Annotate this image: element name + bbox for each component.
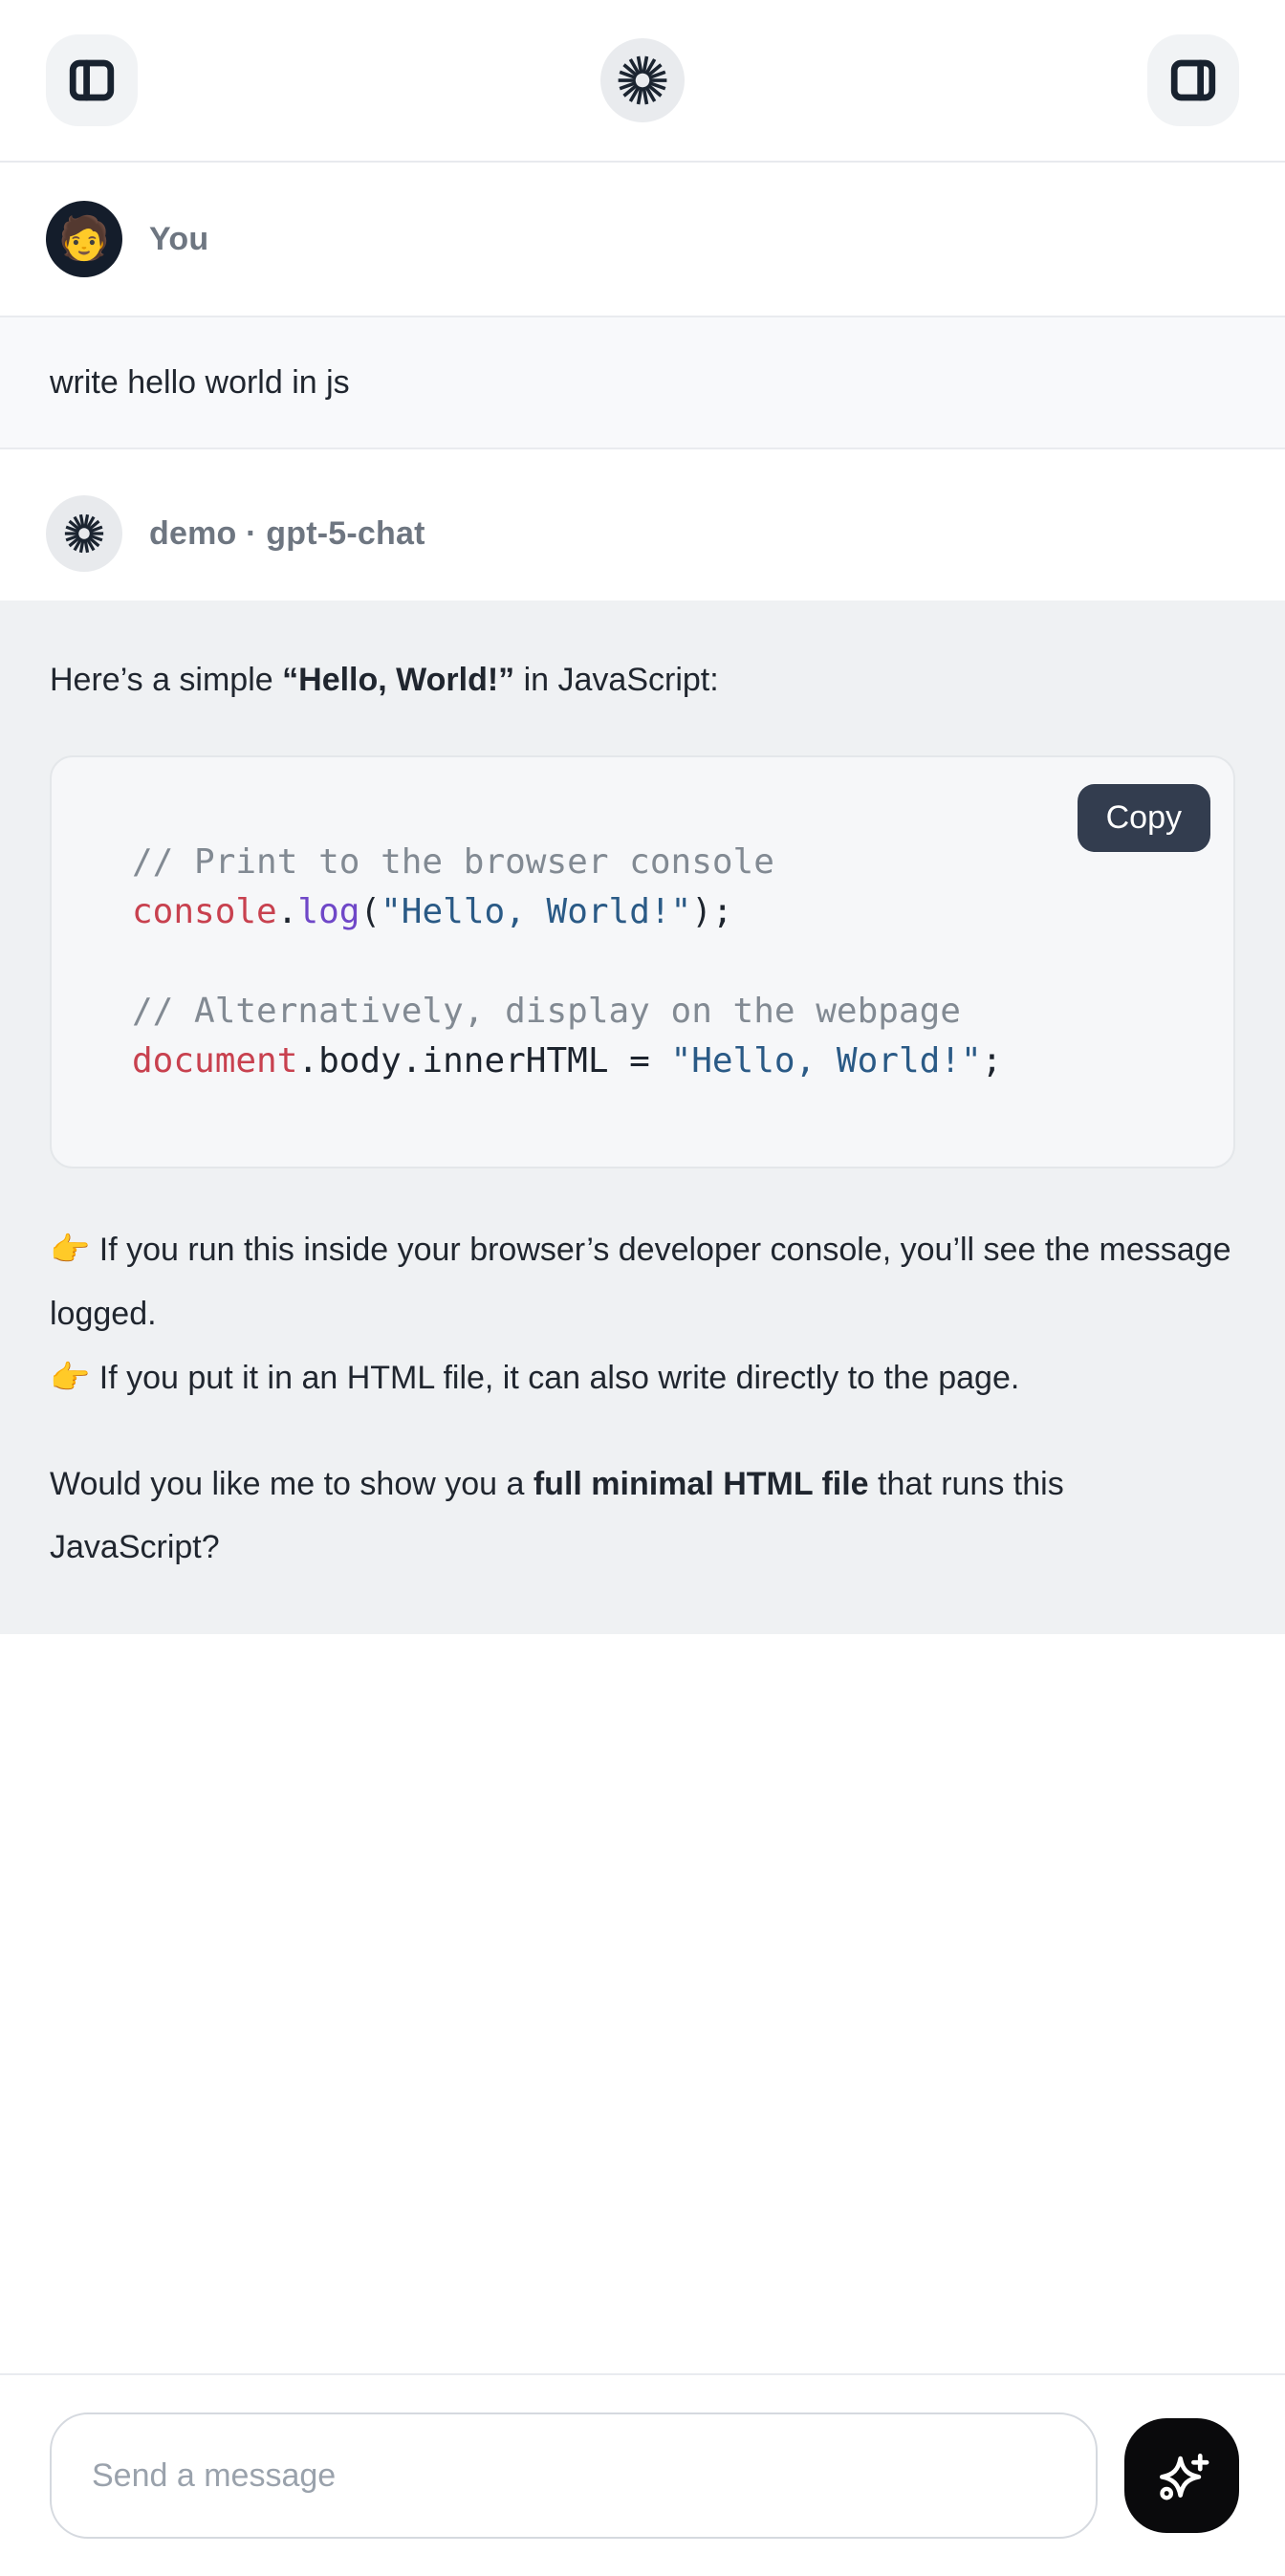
app-logo-badge — [600, 38, 685, 122]
assistant-turn-header: demo · gpt-5-chat — [0, 467, 1285, 600]
user-turn-name: You — [149, 221, 208, 258]
composer-bar — [0, 2373, 1285, 2576]
code-comment: // Print to the browser console — [132, 842, 774, 882]
sidebar-toggle-button[interactable] — [46, 34, 138, 126]
code-blank-line — [132, 937, 1195, 987]
user-message-text: write hello world in js — [50, 364, 350, 402]
sparkle-icon — [1150, 2444, 1213, 2507]
top-bar — [0, 0, 1285, 163]
intro-text: Here’s a simple — [50, 662, 282, 698]
chat-scroll-area[interactable] — [0, 1634, 1285, 2373]
code-block: Copy // Print to the browser console cons… — [50, 755, 1235, 1168]
spacer — [0, 449, 1285, 467]
code-token: .body.innerHTML = — [297, 1041, 670, 1081]
code-token: "Hello, World!" — [381, 892, 691, 931]
question-text: Would you like me to show you a — [50, 1466, 534, 1502]
copy-code-button[interactable]: Copy — [1078, 784, 1210, 852]
code-token: console — [132, 892, 277, 931]
panel-right-icon — [1167, 55, 1219, 106]
assistant-message: Here’s a simple “Hello, World!” in JavaS… — [0, 600, 1285, 1634]
code-token: ); — [691, 892, 732, 931]
code-token: ( — [359, 892, 381, 931]
starburst-logo-icon — [615, 53, 670, 108]
right-panel-toggle-button[interactable] — [1147, 34, 1239, 126]
intro-text-post: in JavaScript: — [514, 662, 719, 698]
code-token: "Hello, World!" — [671, 1041, 982, 1081]
panel-left-icon — [66, 55, 118, 106]
intro-bold-text: “Hello, World!” — [282, 662, 514, 698]
send-button[interactable] — [1124, 2418, 1239, 2533]
code-token: document — [132, 1041, 297, 1081]
assistant-model-label: demo · gpt-5-chat — [149, 515, 425, 553]
code-comment: // Alternatively, display on the webpage — [132, 992, 961, 1031]
code-token: . — [277, 892, 298, 931]
person-emoji: 🧑 — [58, 218, 111, 260]
assistant-intro-paragraph: Here’s a simple “Hello, World!” in JavaS… — [50, 648, 1235, 711]
code-token: ; — [982, 1041, 1003, 1081]
code-content: // Print to the browser console console.l… — [132, 838, 1195, 1086]
message-input[interactable] — [50, 2412, 1098, 2539]
starburst-avatar-icon — [62, 512, 106, 556]
code-token: log — [297, 892, 359, 931]
assistant-question-paragraph: Would you like me to show you a full min… — [50, 1452, 1235, 1579]
tip-line-1: 👉 If you run this inside your browser’s … — [50, 1232, 1231, 1332]
user-message: write hello world in js — [0, 316, 1285, 449]
user-turn-header: 🧑 You — [0, 163, 1285, 316]
question-bold-text: full minimal HTML file — [534, 1466, 869, 1502]
assistant-avatar — [46, 495, 122, 572]
user-avatar: 🧑 — [46, 201, 122, 277]
assistant-tips-paragraph: 👉 If you run this inside your browser’s … — [50, 1218, 1235, 1410]
tip-line-2: 👉 If you put it in an HTML file, it can … — [50, 1360, 1019, 1396]
